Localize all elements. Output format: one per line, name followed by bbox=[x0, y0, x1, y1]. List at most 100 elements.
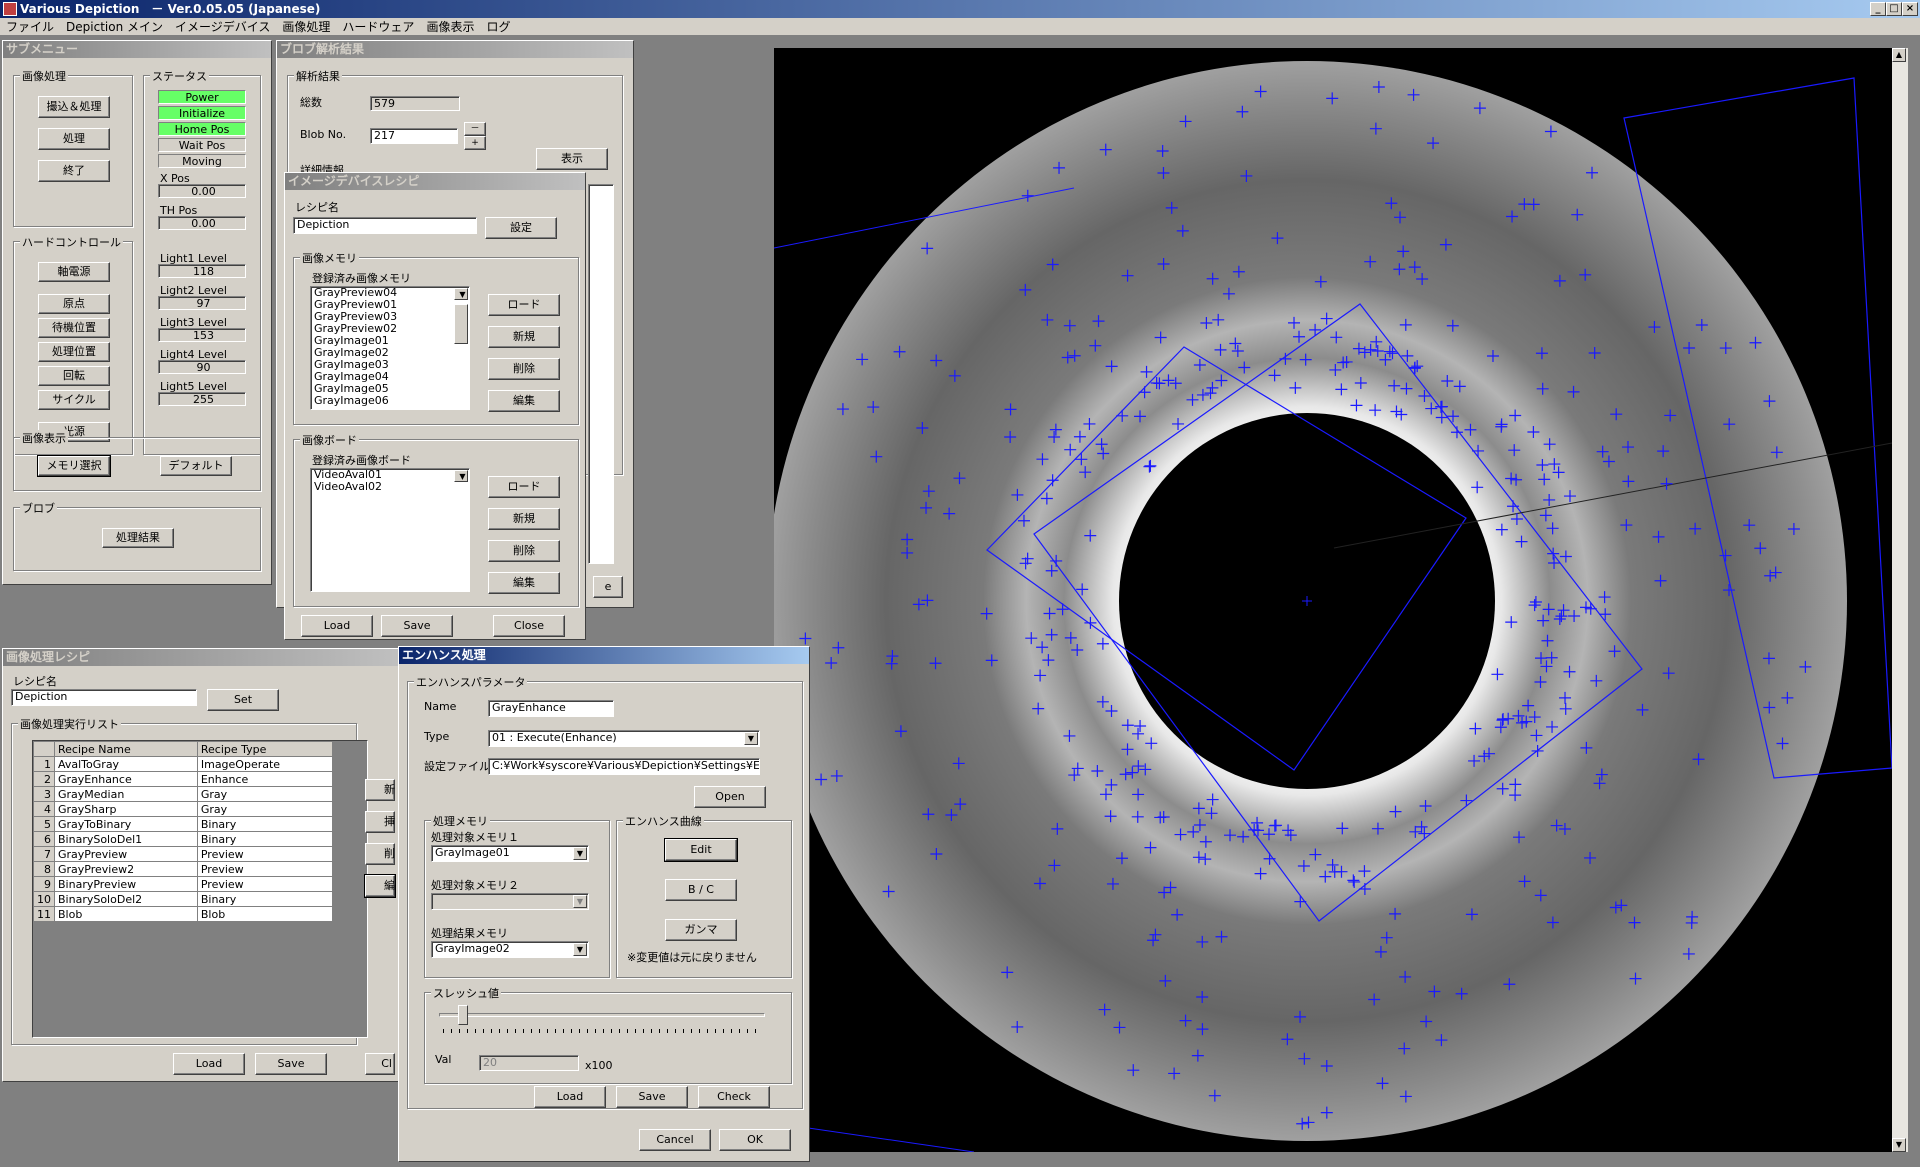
blob-no-input[interactable]: 217 bbox=[370, 128, 458, 144]
board-load-button[interactable]: ロード bbox=[488, 476, 560, 498]
detail-listbox[interactable] bbox=[588, 184, 614, 564]
memory-new-button[interactable]: 新規 bbox=[488, 326, 560, 348]
board-delete-button[interactable]: 削除 bbox=[488, 540, 560, 562]
scroll-thumb[interactable] bbox=[454, 304, 468, 344]
chevron-down-icon[interactable]: ▼ bbox=[573, 895, 587, 908]
col-recipe-type[interactable]: Recipe Type bbox=[196, 741, 334, 757]
table-row[interactable]: 9 BinaryPreview Preview bbox=[33, 876, 334, 892]
capture-process-button[interactable]: 撮込＆処理 bbox=[38, 96, 110, 118]
menu-file[interactable]: ファイル bbox=[0, 18, 60, 36]
recipe-insert-button[interactable]: 挿 bbox=[365, 811, 395, 833]
recipe-delete-button[interactable]: 削 bbox=[365, 843, 395, 865]
list-item[interactable]: GrayImage06 bbox=[311, 395, 469, 407]
rotate-button[interactable]: 回転 bbox=[38, 366, 110, 386]
settings-file-input[interactable]: C:¥Work¥syscore¥Various¥Depiction¥Settin… bbox=[488, 758, 760, 775]
recipe-edit-button[interactable]: 編 bbox=[364, 874, 396, 898]
scroll-down-icon[interactable]: ▼ bbox=[454, 288, 468, 300]
board-list-scrollbar[interactable]: ▲ ▼ bbox=[454, 470, 468, 482]
result-memory-select[interactable]: GrayImage02 ▼ bbox=[431, 941, 589, 958]
device-load-button[interactable]: Load bbox=[301, 615, 373, 637]
recipe-grid[interactable]: Recipe Name Recipe Type 1 AvalToGray ImageO… bbox=[32, 740, 368, 1038]
maximize-button[interactable]: □ bbox=[1886, 2, 1902, 16]
process-result-button[interactable]: 処理結果 bbox=[102, 528, 174, 548]
blob-no-down-button[interactable]: － bbox=[464, 122, 486, 136]
process-position-button[interactable]: 処理位置 bbox=[38, 342, 110, 362]
table-row[interactable]: 8 GrayPreview2 Preview bbox=[33, 861, 334, 877]
enhance-load-button[interactable]: Load bbox=[534, 1086, 606, 1108]
threshold-slider-track[interactable] bbox=[439, 1013, 765, 1017]
menu-depiction-main[interactable]: Depiction メイン bbox=[60, 18, 169, 36]
default-button[interactable]: デフォルト bbox=[160, 456, 232, 476]
target-memory1-select[interactable]: GrayImage01 ▼ bbox=[431, 845, 589, 862]
cancel-button[interactable]: Cancel bbox=[639, 1129, 711, 1151]
scroll-up-icon[interactable]: ▲ bbox=[1892, 48, 1906, 62]
blob-no-up-button[interactable]: + bbox=[464, 136, 486, 150]
scroll-down-icon[interactable]: ▼ bbox=[454, 470, 468, 482]
table-row[interactable]: 7 GrayPreview Preview bbox=[33, 846, 334, 862]
end-button[interactable]: 終了 bbox=[38, 160, 110, 182]
table-row[interactable]: 5 GrayToBinary Binary bbox=[33, 816, 334, 832]
recipe-save-button[interactable]: Save bbox=[255, 1053, 327, 1075]
process-recipe-name-input[interactable]: Depiction bbox=[11, 689, 197, 706]
chevron-down-icon[interactable]: ▼ bbox=[573, 943, 587, 956]
table-row[interactable]: 3 GrayMedian Gray bbox=[33, 786, 334, 802]
device-close-button[interactable]: Close bbox=[493, 615, 565, 637]
recipe-name-input[interactable]: Depiction bbox=[293, 217, 477, 234]
menu-image-processing[interactable]: 画像処理 bbox=[276, 18, 336, 36]
cycle-button[interactable]: サイクル bbox=[38, 390, 110, 410]
brightness-contrast-button[interactable]: B / C bbox=[665, 879, 737, 901]
board-edit-button[interactable]: 編集 bbox=[488, 572, 560, 594]
close-button-partial[interactable]: e bbox=[593, 576, 623, 598]
recipe-close-button-partial[interactable]: Cl bbox=[365, 1053, 395, 1075]
memory-listbox[interactable]: GrayPreview04 GrayPreview01 GrayPreview0… bbox=[310, 286, 470, 410]
wait-position-button[interactable]: 待機位置 bbox=[38, 318, 110, 338]
memory-list-scrollbar[interactable]: ▲ ▼ bbox=[454, 288, 468, 344]
minimize-button[interactable]: _ bbox=[1870, 2, 1886, 16]
axis-power-button[interactable]: 軸電源 bbox=[38, 262, 110, 282]
recipe-load-button[interactable]: Load bbox=[173, 1053, 245, 1075]
memory-select-button[interactable]: メモリ選択 bbox=[37, 455, 111, 477]
set-button[interactable]: 設定 bbox=[485, 217, 557, 239]
device-save-button[interactable]: Save bbox=[381, 615, 453, 637]
table-row[interactable]: 10 BinarySoloDel2 Binary bbox=[33, 891, 334, 907]
memory-edit-button[interactable]: 編集 bbox=[488, 390, 560, 412]
list-item[interactable]: VideoAval02 bbox=[311, 481, 469, 493]
memory-delete-button[interactable]: 削除 bbox=[488, 358, 560, 380]
board-listbox[interactable]: VideoAval01 VideoAval02 ▲ ▼ bbox=[310, 468, 470, 592]
th-pos-value: 0.00 bbox=[158, 216, 246, 230]
close-button[interactable]: × bbox=[1902, 2, 1918, 16]
name-input[interactable]: GrayEnhance bbox=[488, 700, 614, 717]
show-button[interactable]: 表示 bbox=[536, 148, 608, 170]
process-button[interactable]: 処理 bbox=[38, 128, 110, 150]
enhance-check-button[interactable]: Check bbox=[698, 1086, 770, 1108]
table-row[interactable]: 4 GraySharp Gray bbox=[33, 801, 334, 817]
table-row[interactable]: 6 BinarySoloDel1 Binary bbox=[33, 831, 334, 847]
chevron-down-icon[interactable]: ▼ bbox=[744, 732, 758, 745]
menu-hardware[interactable]: ハードウェア bbox=[336, 18, 420, 36]
gamma-button[interactable]: ガンマ bbox=[665, 919, 737, 941]
recipe-type-cell: Enhance bbox=[196, 771, 334, 787]
target-memory2-select[interactable]: ▼ bbox=[431, 893, 589, 910]
curve-edit-button[interactable]: Edit bbox=[664, 838, 738, 862]
process-set-button[interactable]: Set bbox=[207, 689, 279, 711]
type-select[interactable]: 01 : Execute(Enhance) ▼ bbox=[488, 730, 760, 747]
memory-load-button[interactable]: ロード bbox=[488, 294, 560, 316]
image-vertical-scrollbar[interactable]: ▲ ▼ bbox=[1892, 48, 1908, 1152]
menu-image-device[interactable]: イメージデバイス bbox=[169, 18, 276, 36]
col-recipe-name[interactable]: Recipe Name bbox=[54, 741, 198, 757]
menu-log[interactable]: ログ bbox=[480, 18, 516, 36]
chevron-down-icon[interactable]: ▼ bbox=[573, 847, 587, 860]
image-view[interactable] bbox=[774, 48, 1892, 1152]
recipe-new-button[interactable]: 新 bbox=[365, 779, 395, 801]
enhance-save-button[interactable]: Save bbox=[616, 1086, 688, 1108]
open-button[interactable]: Open bbox=[694, 786, 766, 808]
table-row[interactable]: 1 AvalToGray ImageOperate bbox=[33, 756, 334, 772]
table-row[interactable]: 2 GrayEnhance Enhance bbox=[33, 771, 334, 787]
menu-image-display[interactable]: 画像表示 bbox=[420, 18, 480, 36]
origin-button[interactable]: 原点 bbox=[38, 294, 110, 314]
board-new-button[interactable]: 新規 bbox=[488, 508, 560, 530]
table-row[interactable]: 11 Blob Blob bbox=[33, 906, 334, 922]
ok-button[interactable]: OK bbox=[719, 1129, 791, 1151]
scroll-down-icon[interactable]: ▼ bbox=[1892, 1138, 1906, 1152]
threshold-slider-thumb[interactable] bbox=[457, 1005, 468, 1025]
